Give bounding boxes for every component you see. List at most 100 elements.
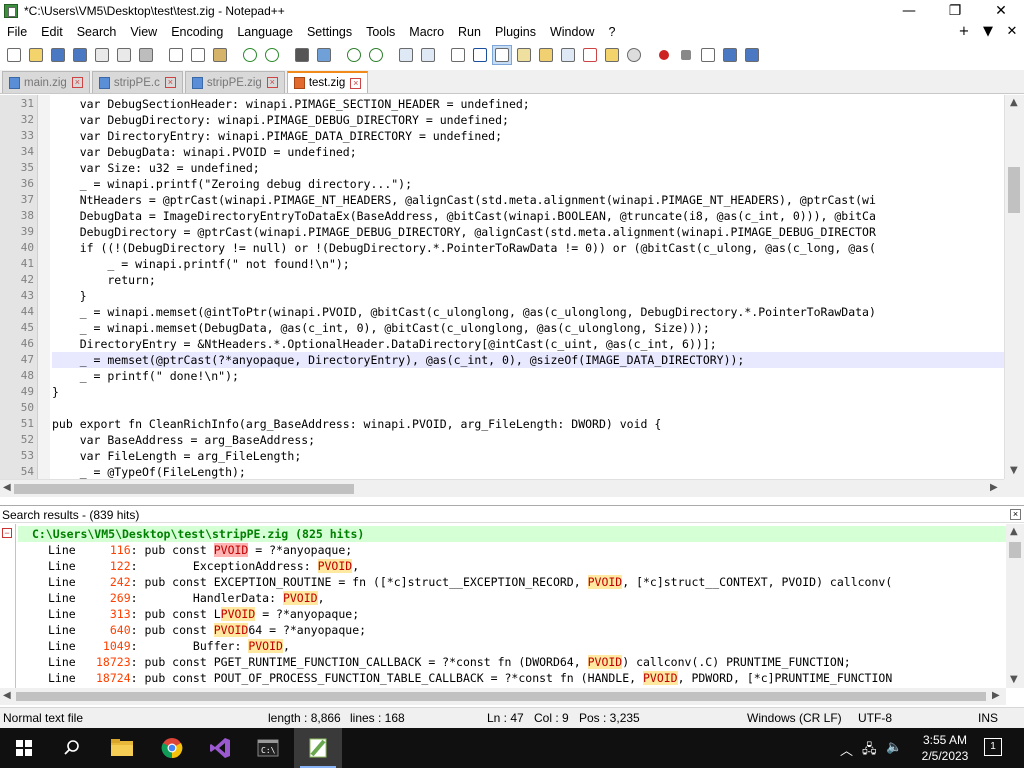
menu-search[interactable]: Search (70, 22, 124, 42)
menu-file[interactable]: File (0, 22, 34, 42)
new-file-icon[interactable] (4, 45, 24, 65)
notepadpp-taskbar-button[interactable] (294, 728, 342, 768)
close-all-icon[interactable] (114, 45, 134, 65)
code-line[interactable]: var DebugSectionHeader: winapi.PIMAGE_SE… (52, 96, 1004, 112)
code-line[interactable]: var FileLength = arg_FileLength; (52, 448, 1004, 464)
code-line[interactable]: _ = memset(@ptrCast(?*anyopaque, Directo… (52, 352, 1004, 368)
search-result-file[interactable]: C:\Users\VM5\Desktop\test\stripPE.zig (8… (18, 526, 1006, 542)
copy-icon[interactable] (188, 45, 208, 65)
macro-stop-icon[interactable] (676, 45, 696, 65)
macro-save-icon[interactable] (742, 45, 762, 65)
open-file-icon[interactable] (26, 45, 46, 65)
close-tab-icon[interactable]: × (266, 77, 278, 88)
fold-margin[interactable] (38, 95, 50, 479)
redo-icon[interactable] (262, 45, 282, 65)
code-line[interactable]: DebugData = ImageDirectoryEntryToDataEx(… (52, 208, 1004, 224)
status-encoding[interactable]: UTF-8 (858, 708, 892, 729)
code-line[interactable]: _ = printf(" done!\n"); (52, 368, 1004, 384)
close-panel-icon[interactable]: × (1010, 509, 1021, 520)
scroll-down-icon[interactable]: ▼ (1010, 465, 1018, 476)
tab-list-dropdown-icon[interactable]: ▼ (976, 22, 1000, 42)
code-line[interactable]: } (52, 288, 1004, 304)
menu-encoding[interactable]: Encoding (164, 22, 230, 42)
editor-vertical-scrollbar[interactable]: ▲ ▼ (1004, 95, 1024, 479)
menu-settings[interactable]: Settings (300, 22, 359, 42)
macro-play-icon[interactable] (698, 45, 718, 65)
menu-macro[interactable]: Macro (402, 22, 451, 42)
menu-plugins[interactable]: Plugins (488, 22, 543, 42)
paste-icon[interactable] (210, 45, 230, 65)
code-line[interactable]: _ = @TypeOf(FileLength); (52, 464, 1004, 479)
scroll-up-icon[interactable]: ▲ (1010, 97, 1018, 108)
start-button[interactable] (0, 728, 48, 768)
code-line[interactable] (52, 400, 1004, 416)
terminal-button[interactable]: C:\ (244, 728, 292, 768)
save-icon[interactable] (48, 45, 68, 65)
code-line[interactable]: var Size: u32 = undefined; (52, 160, 1004, 176)
notepadpp-app-icon[interactable] (4, 4, 18, 18)
notification-icon[interactable]: 1 (984, 738, 1002, 756)
show-hidden-icons-icon[interactable]: ︿ (840, 740, 853, 759)
search-button[interactable] (48, 728, 96, 768)
close-file-icon[interactable] (92, 45, 112, 65)
code-line[interactable]: _ = winapi.memset(DebugData, @as(c_int, … (52, 320, 1004, 336)
editor-horizontal-scrollbar[interactable]: ◀ ▶ (0, 479, 1004, 497)
function-list-icon[interactable] (580, 45, 600, 65)
code-line[interactable]: _ = winapi.printf(" not found!\n"); (52, 256, 1004, 272)
search-result-row[interactable]: Line 1049: Buffer: PVOID, (18, 638, 1006, 654)
search-result-row[interactable]: Line 18723: pub const PGET_RUNTIME_FUNCT… (18, 654, 1006, 670)
code-line[interactable]: _ = winapi.printf("Zeroing debug directo… (52, 176, 1004, 192)
minimize-button[interactable]: — (886, 0, 932, 22)
search-result-row[interactable]: Line 242: pub const EXCEPTION_ROUTINE = … (18, 574, 1006, 590)
search-result-row[interactable]: Line 640: pub const PVOID64 = ?*anyopaqu… (18, 622, 1006, 638)
results-vertical-scrollbar[interactable]: ▲ ▼ (1006, 524, 1024, 688)
code-editor[interactable]: 31 32 33 34 35 36 37 38 39 40 41 42 43 44 45 46 47 48 49 50… (0, 95, 1024, 479)
close-tab-icon[interactable]: × (350, 77, 362, 89)
document-list-icon[interactable] (558, 45, 578, 65)
tab-test-zig[interactable]: test.zig × (286, 71, 369, 93)
menu-run[interactable]: Run (451, 22, 488, 42)
menu-language[interactable]: Language (230, 22, 300, 42)
code-line[interactable]: var DebugDirectory: winapi.PIMAGE_DEBUG_… (52, 112, 1004, 128)
search-result-row[interactable]: Line 122: ExceptionAddress: PVOID, (18, 558, 1006, 574)
show-all-chars-icon[interactable] (470, 45, 490, 65)
macro-run-multiple-icon[interactable] (720, 45, 740, 65)
collapse-icon[interactable]: − (2, 528, 12, 538)
close-tab-icon[interactable]: × (71, 77, 83, 88)
new-tab-icon[interactable]: + (952, 22, 976, 42)
scroll-thumb[interactable] (14, 484, 354, 494)
indent-guide-icon[interactable] (492, 45, 512, 65)
zoom-out-icon[interactable] (366, 45, 386, 65)
folder-workspace-icon[interactable] (602, 45, 622, 65)
close-button[interactable]: ✕ (978, 0, 1024, 22)
document-map-icon[interactable] (536, 45, 556, 65)
menu-edit[interactable]: Edit (34, 22, 70, 42)
code-line[interactable]: pub export fn CleanRichInfo(arg_BaseAddr… (52, 416, 1004, 432)
tab-main-zig[interactable]: main.zig × (2, 71, 90, 93)
macro-record-icon[interactable] (654, 45, 674, 65)
undo-icon[interactable] (240, 45, 260, 65)
udl-icon[interactable] (514, 45, 534, 65)
close-tab-icon[interactable]: × (164, 77, 176, 88)
status-eol[interactable]: Windows (CR LF) (747, 708, 842, 729)
tab-strippe-c[interactable]: stripPE.c × (91, 71, 183, 93)
scroll-left-icon[interactable]: ◀ (3, 690, 11, 701)
file-explorer-button[interactable] (98, 728, 146, 768)
scroll-thumb[interactable] (16, 692, 986, 701)
code-line[interactable]: DirectoryEntry = &NtHeaders.*.OptionalHe… (52, 336, 1004, 352)
zoom-in-icon[interactable] (344, 45, 364, 65)
results-horizontal-scrollbar[interactable]: ◀ ▶ (0, 688, 1006, 705)
search-result-row[interactable]: Line 269: HandlerData: PVOID, (18, 590, 1006, 606)
scroll-thumb[interactable] (1009, 542, 1021, 558)
cut-icon[interactable] (166, 45, 186, 65)
scroll-up-icon[interactable]: ▲ (1010, 526, 1018, 537)
print-icon[interactable] (136, 45, 156, 65)
close-tab-icon[interactable]: ✕ (1000, 22, 1024, 42)
menu-tools[interactable]: Tools (359, 22, 402, 42)
code-line[interactable]: return; (52, 272, 1004, 288)
menu-window[interactable]: Window (543, 22, 601, 42)
replace-icon[interactable] (314, 45, 334, 65)
sync-horizontal-icon[interactable] (418, 45, 438, 65)
monitoring-icon[interactable] (624, 45, 644, 65)
search-result-row[interactable]: Line 313: pub const LPVOID = ?*anyopaque… (18, 606, 1006, 622)
